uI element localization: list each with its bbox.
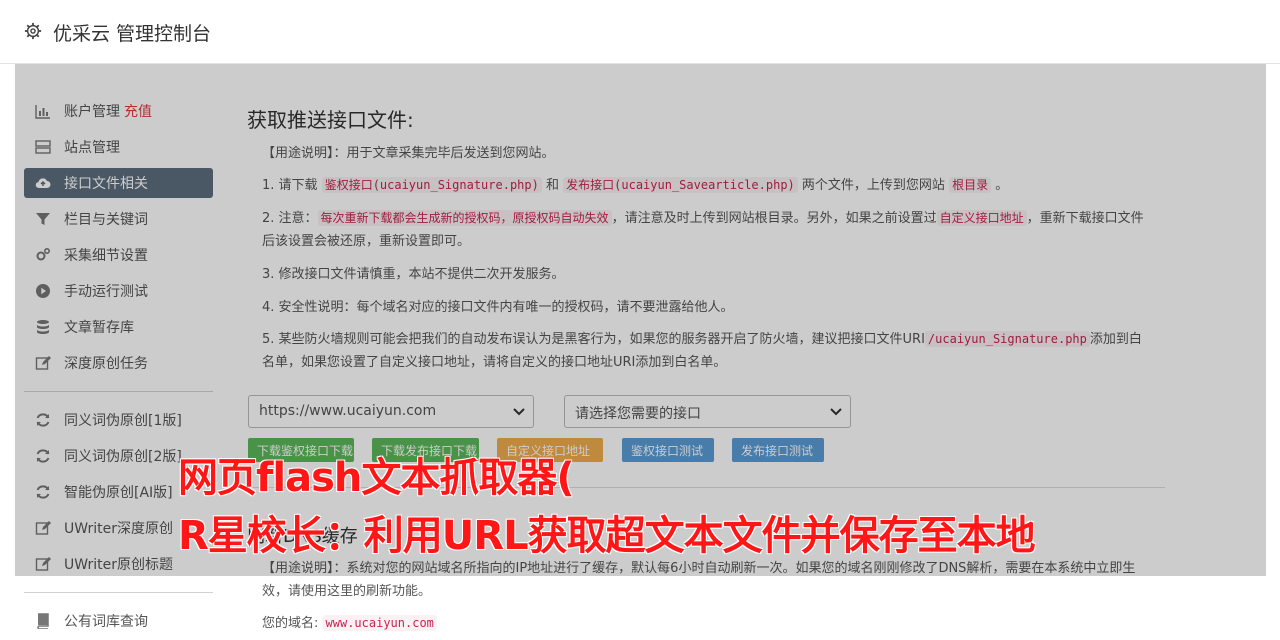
refresh-icon bbox=[36, 449, 50, 463]
sidebar-item-label: 栏目与关键词 bbox=[64, 212, 148, 228]
domain-row: 您的域名: www.ucaiyun.com bbox=[262, 612, 1152, 635]
site-select[interactable]: https://www.ucaiyun.com bbox=[248, 395, 534, 428]
edit-icon bbox=[35, 521, 51, 535]
watermark-line-2: R星校长：利用URL获取超文本文件并保存至本地 bbox=[178, 513, 1036, 559]
code-sign-api[interactable]: 鉴权接口(ucaiyun_Signature.php) bbox=[321, 177, 542, 193]
api-select[interactable]: 请选择您需要的接口 bbox=[564, 395, 851, 428]
sidebar-item-label: 账户管理 bbox=[64, 104, 120, 120]
test-publish-api-button[interactable]: 发布接口测试 bbox=[732, 438, 824, 462]
gear-icon bbox=[24, 22, 42, 40]
code-custom-api-url: 自定义接口地址 bbox=[936, 210, 1027, 226]
code-regenerate-note: 每次重新下载都会生成新的授权码，原授权码自动失效 bbox=[317, 210, 612, 226]
sidebar-item-label: UWriter深度原创 bbox=[64, 521, 173, 537]
step-4: 4. 安全性说明：每个域名对应的接口文件内有唯一的授权码，请不要泄露给他人。 bbox=[262, 300, 734, 315]
sidebar-item-sites[interactable]: 站点管理 bbox=[24, 132, 213, 162]
edit-icon bbox=[35, 356, 51, 370]
test-sign-api-button[interactable]: 鉴权接口测试 bbox=[622, 438, 714, 462]
server-icon bbox=[35, 140, 51, 154]
chevron-down-icon bbox=[513, 408, 525, 416]
cogs-icon bbox=[36, 247, 51, 261]
filter-icon bbox=[36, 213, 50, 225]
app-title: 优采云 管理控制台 bbox=[53, 23, 212, 45]
sidebar-item-account[interactable]: 账户管理 充值 bbox=[24, 96, 213, 126]
sidebar-divider bbox=[24, 592, 213, 593]
sidebar-item-label: 同义词伪原创[2版] bbox=[64, 449, 182, 465]
code-signature-uri: /ucaiyun_Signature.php bbox=[924, 331, 1090, 347]
sidebar-item-label: 文章暂存库 bbox=[64, 320, 134, 336]
refresh-icon bbox=[36, 485, 50, 499]
recharge-link[interactable]: 充值 bbox=[124, 104, 152, 120]
sidebar-item-label: UWriter原创标题 bbox=[64, 557, 173, 573]
bar-chart-icon bbox=[35, 105, 50, 119]
cloud-upload-icon bbox=[35, 178, 51, 189]
code-publish-api[interactable]: 发布接口(ucaiyun_Savearticle.php) bbox=[563, 177, 798, 193]
title-bar: 优采云 管理控制台 bbox=[0, 0, 1280, 64]
sidebar-item-label: 采集细节设置 bbox=[64, 248, 148, 264]
edit-icon bbox=[35, 557, 51, 571]
step-5: 5. 某些防火墙规则可能会把我们的自动发布误认为是黑客行为，如果您的服务器开启了… bbox=[262, 331, 1142, 370]
sidebar-item-label: 同义词伪原创[1版] bbox=[64, 413, 182, 429]
sidebar-item-deep-original[interactable]: 深度原创任务 bbox=[24, 348, 213, 378]
sidebar-item-label: 智能伪原创[AI版] bbox=[64, 485, 173, 501]
watermark-line-1: 网页flash文本抓取器( bbox=[178, 455, 575, 501]
sidebar-item-label: 手动运行测试 bbox=[64, 284, 148, 300]
step-2: 2. 注意： 每次重新下载都会生成新的授权码，原授权码自动失效 ，请注意及时上传到网… bbox=[262, 210, 1144, 249]
code-root-dir: 根目录 bbox=[949, 177, 992, 193]
sidebar-item-manual-run[interactable]: 手动运行测试 bbox=[24, 276, 213, 306]
step-3: 3. 修改接口文件请慎重，本站不提供二次开发服务。 bbox=[262, 267, 565, 282]
sidebar-item-collect-settings[interactable]: 采集细节设置 bbox=[24, 240, 213, 270]
book-icon bbox=[37, 613, 49, 629]
refresh-icon bbox=[36, 413, 50, 427]
domain-label: 您的域名: bbox=[262, 616, 319, 631]
database-icon bbox=[37, 320, 49, 334]
play-circle-icon bbox=[36, 284, 50, 298]
dns-usage-text: 【用途说明】：系统对您的网站域名所指向的IP地址进行了缓存，默认每6小时自动刷新… bbox=[262, 561, 1136, 599]
sidebar-item-label: 深度原创任务 bbox=[64, 356, 148, 372]
usage-text: 【用途说明】：用于文章采集完毕后发送到您网站。 bbox=[262, 146, 555, 161]
sidebar-item-article-store[interactable]: 文章暂存库 bbox=[24, 312, 213, 342]
sidebar-item-public-lexicon[interactable]: 公有词库查询 bbox=[24, 606, 213, 636]
sidebar-item-label: 公有词库查询 bbox=[64, 614, 148, 630]
sidebar-item-synonym-v1[interactable]: 同义词伪原创[1版] bbox=[24, 405, 213, 435]
page-title: 获取推送接口文件: bbox=[247, 108, 414, 132]
chevron-down-icon bbox=[830, 408, 842, 416]
sidebar-item-api-files[interactable]: 接口文件相关 bbox=[24, 168, 213, 198]
domain-value: www.ucaiyun.com bbox=[322, 615, 437, 631]
sidebar-item-label: 接口文件相关 bbox=[64, 176, 148, 192]
sidebar-item-label: 站点管理 bbox=[64, 140, 120, 156]
sidebar-item-categories[interactable]: 栏目与关键词 bbox=[24, 204, 213, 234]
sidebar-divider bbox=[24, 391, 213, 392]
step-1: 1. 请下载 鉴权接口(ucaiyun_Signature.php) 和 发布接… bbox=[262, 177, 1009, 193]
